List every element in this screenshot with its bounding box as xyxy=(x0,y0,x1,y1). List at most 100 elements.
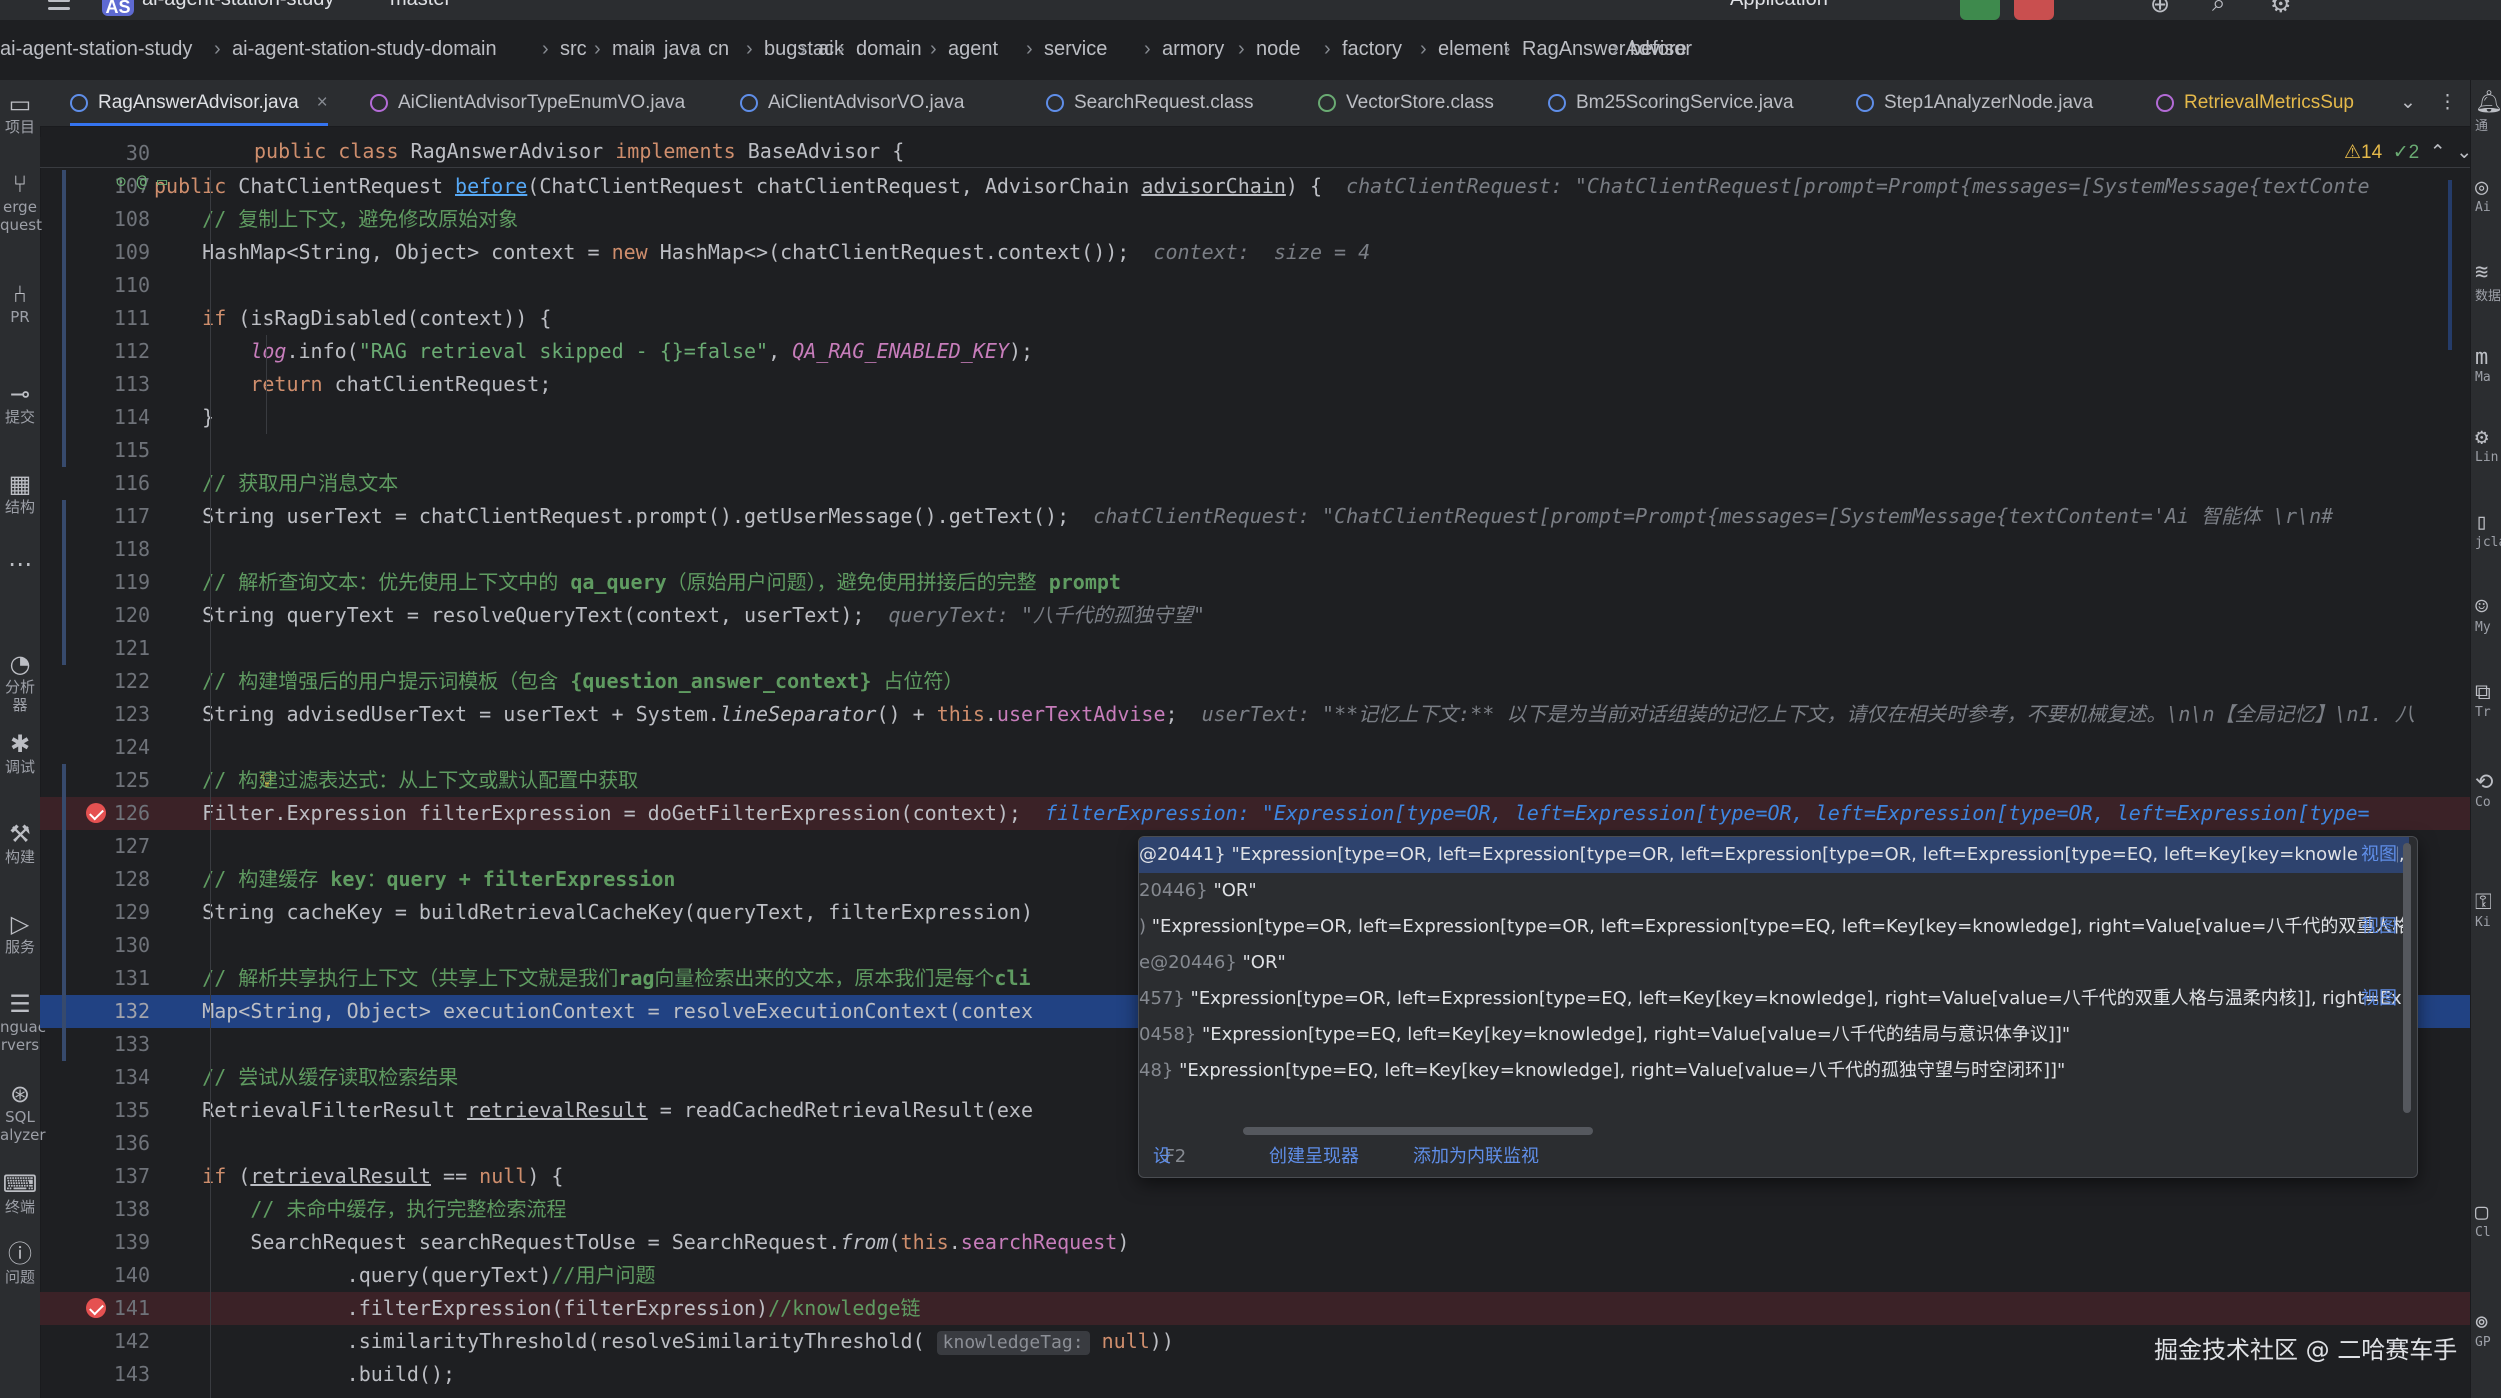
code-line[interactable]: 141 .filterExpression(filterExpression)/… xyxy=(40,1292,2470,1325)
view-link[interactable]: 视图 xyxy=(2357,909,2397,945)
branch-switcher[interactable]: master xyxy=(390,0,451,11)
run-configuration[interactable]: Application xyxy=(1730,0,1828,11)
tool-copilot[interactable]: ⟲ Co xyxy=(2475,770,2493,810)
tab-step1analyzernode[interactable]: Step1AnalyzerNode.java xyxy=(1856,80,2093,126)
tool-language-servers[interactable]: ☰ nguac rvers xyxy=(0,990,46,1054)
code-line[interactable]: 142 .similarityThreshold(resolveSimilari… xyxy=(40,1325,2470,1358)
tool-maven[interactable]: m Ma xyxy=(2475,345,2491,385)
line-number[interactable]: 121 xyxy=(70,632,150,665)
line-number[interactable]: 142 xyxy=(70,1325,150,1358)
code-line[interactable]: 121 xyxy=(40,632,2470,665)
code-line[interactable]: 110 xyxy=(40,269,2470,302)
tool-pull-request[interactable]: ⑃ PR xyxy=(0,280,40,326)
line-number[interactable]: 118 xyxy=(70,533,150,566)
code-line[interactable]: 139 SearchRequest searchRequestToUse = S… xyxy=(40,1226,2470,1259)
more-icon[interactable]: ⋮ xyxy=(2438,80,2457,126)
tool-gpt[interactable]: ⊚ GP xyxy=(2475,1310,2491,1350)
code-line[interactable]: 143 .build(); xyxy=(40,1358,2470,1391)
breadcrumb-item[interactable]: factory xyxy=(1342,38,1402,61)
line-number[interactable]: 126 xyxy=(70,797,150,830)
code-line[interactable]: 125 // 构建过滤表达式：从上下文或默认配置中获取 💡︎ xyxy=(40,764,2470,797)
project-badge[interactable]: AS xyxy=(102,0,134,17)
line-number[interactable]: 139 xyxy=(70,1226,150,1259)
code-line[interactable]: 109 HashMap<String, Object> context = ne… xyxy=(40,236,2470,269)
line-number[interactable]: 134 xyxy=(70,1061,150,1094)
line-number[interactable]: 129 xyxy=(70,896,150,929)
code-line[interactable]: 112 log.info("RAG retrieval skipped - {}… xyxy=(40,335,2470,368)
code-line[interactable]: 114 } xyxy=(40,401,2470,434)
tool-more[interactable]: ⋯ xyxy=(0,550,40,578)
line-number[interactable]: 110 xyxy=(70,269,150,302)
tab-retrievalmetricssup[interactable]: RetrievalMetricsSup xyxy=(2156,80,2354,126)
code-line[interactable]: 115 xyxy=(40,434,2470,467)
tool-commit[interactable]: ⊸ 提交 xyxy=(0,380,40,426)
breadcrumb-item[interactable]: element xyxy=(1438,38,1509,61)
code-line[interactable]: 123 String advisedUserText = userText + … xyxy=(40,698,2470,731)
tool-translate[interactable]: ⧉ Tr xyxy=(2475,680,2491,720)
popup-horizontal-scrollbar[interactable] xyxy=(1243,1127,1593,1135)
line-number[interactable]: 120 xyxy=(70,599,150,632)
tool-jclasslib[interactable]: ▯jcla xyxy=(2475,510,2501,550)
inspection-widget[interactable]: ⚠14 ✓2 ⌃ ⌄ xyxy=(2344,141,2472,164)
line-number[interactable]: 114 xyxy=(70,401,150,434)
code-line[interactable]: 107 public ChatClientRequest before(ChatC… xyxy=(40,170,2470,203)
line-number[interactable]: 108 xyxy=(70,203,150,236)
tab-aiclientadvisortypeenumvo[interactable]: AiClientAdvisorTypeEnumVO.java xyxy=(370,80,685,126)
tool-build[interactable]: ⚒ 构建 xyxy=(0,820,40,866)
breadcrumb-item[interactable]: agent xyxy=(948,38,998,61)
line-number[interactable]: 122 xyxy=(70,665,150,698)
tool-ai-assistant[interactable]: ◎ Ai xyxy=(2475,175,2491,215)
chevron-down-icon[interactable]: ⌄ xyxy=(2400,80,2416,126)
add-inline-watch-link[interactable]: 添加为内联监视 xyxy=(1413,1137,1539,1177)
code-line[interactable]: 111 if (isRagDisabled(context)) { xyxy=(40,302,2470,335)
line-number[interactable]: 125 xyxy=(70,764,150,797)
line-number[interactable]: 111 xyxy=(70,302,150,335)
line-number[interactable]: 109 xyxy=(70,236,150,269)
breadcrumb-item[interactable]: node xyxy=(1256,38,1301,61)
line-number[interactable]: 130 xyxy=(70,929,150,962)
breadcrumb-item[interactable]: ai xyxy=(818,38,834,61)
value-item[interactable]: @20441} "Expression[type=OR, left=Expres… xyxy=(1139,837,2409,873)
breadcrumb-item[interactable]: src xyxy=(560,38,587,61)
line-number[interactable]: 117 xyxy=(70,500,150,533)
tool-key[interactable]: ⚿ Ki xyxy=(2475,890,2492,930)
code-line[interactable]: 113 return chatClientRequest; xyxy=(40,368,2470,401)
line-number[interactable]: 116 xyxy=(70,467,150,500)
tab-ragansweradvisor[interactable]: RagAnswerAdvisor.java × xyxy=(70,80,328,126)
search-icon[interactable]: ⌕ xyxy=(2212,0,2225,18)
line-number[interactable]: 136 xyxy=(70,1127,150,1160)
breadcrumb-item[interactable]: before xyxy=(1630,38,1687,61)
tool-debug[interactable]: ✱ 调试 xyxy=(0,730,40,776)
tool-cli[interactable]: ▢ Cl xyxy=(2475,1200,2491,1240)
tool-profiler[interactable]: ◔ 分析器 xyxy=(0,650,40,714)
breadcrumb-item[interactable]: domain xyxy=(856,38,922,61)
settings-icon[interactable]: ⚙ xyxy=(2270,0,2292,19)
view-link[interactable]: 视图 xyxy=(2357,981,2397,1017)
breakpoint-icon[interactable] xyxy=(86,1298,106,1318)
breadcrumb-item[interactable]: ai-agent-station-study xyxy=(0,38,192,61)
line-number[interactable]: 131 xyxy=(70,962,150,995)
stop-button[interactable] xyxy=(2014,0,2054,20)
breadcrumb-item[interactable]: service xyxy=(1044,38,1107,61)
implements-gutter-icon[interactable]: ⊙ @ ▭ xyxy=(116,172,167,192)
tool-mybatis[interactable]: ☺ My xyxy=(2475,595,2491,635)
code-line[interactable]: 122 // 构建增强后的用户提示词模板（包含 {question_answer… xyxy=(40,665,2470,698)
line-number[interactable]: 140 xyxy=(70,1259,150,1292)
tool-merge-request[interactable]: ⑂ erge quest xyxy=(0,170,42,234)
tab-searchrequest[interactable]: SearchRequest.class xyxy=(1046,80,1254,126)
value-item[interactable]: 48} "Expression[type=EQ, left=Key[key=kn… xyxy=(1139,1053,2409,1089)
value-item[interactable]: 20446} "OR" xyxy=(1139,873,2409,909)
tab-bm25scoringservice[interactable]: Bm25ScoringService.java xyxy=(1548,80,1794,126)
line-number[interactable]: 124 xyxy=(70,731,150,764)
value-item[interactable]: ) "Expression[type=OR, left=Expression[t… xyxy=(1139,909,2409,945)
breadcrumb-item[interactable]: cn xyxy=(708,38,729,61)
set-value-link[interactable]: 设置值 F2 xyxy=(1153,1137,1186,1177)
line-number[interactable]: 123 xyxy=(70,698,150,731)
code-line[interactable]: 138 // 未命中缓存，执行完整检索流程 xyxy=(40,1193,2470,1226)
tool-terminal[interactable]: ⌨ 终端 xyxy=(0,1170,40,1216)
project-switcher[interactable]: ai-agent-station-study xyxy=(142,0,334,11)
value-item[interactable]: e@20446} "OR" xyxy=(1139,945,2409,981)
tool-lint[interactable]: ⚙ Lin xyxy=(2475,425,2498,465)
sticky-class-header[interactable]: 30 public class RagAnswerAdvisor impleme… xyxy=(40,137,2472,168)
code-line[interactable]: 124 xyxy=(40,731,2470,764)
